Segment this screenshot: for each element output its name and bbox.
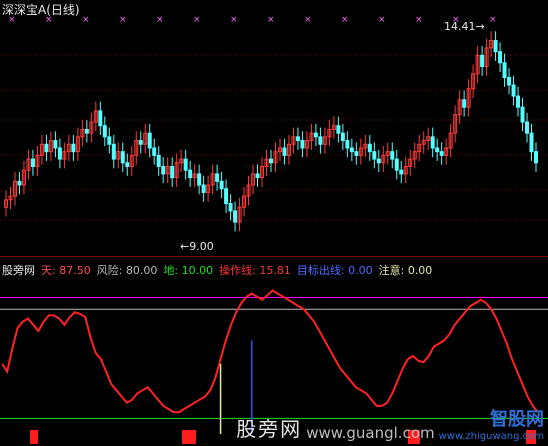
candle-body [430, 136, 435, 149]
candle-body [516, 95, 521, 108]
candle-body [30, 158, 35, 167]
candle-body [147, 132, 152, 149]
candle-body [390, 151, 395, 160]
candle-body [233, 210, 238, 223]
candle-body [188, 169, 193, 179]
candle-body [282, 147, 287, 156]
candle-body [219, 180, 224, 190]
candle-body [102, 125, 107, 138]
candle-body [435, 147, 440, 153]
candle-body [462, 99, 467, 108]
watermark-site: www.guangl.com [306, 424, 435, 442]
high-price-label: 14.41→ [444, 20, 485, 33]
panel-separator [0, 256, 548, 257]
candle-body [228, 203, 233, 212]
candle-body [269, 158, 273, 164]
candle-body [138, 140, 143, 145]
marker-x: × [82, 15, 90, 25]
candle-body [57, 147, 62, 160]
marker-x: × [156, 15, 164, 25]
candle-body [394, 158, 399, 171]
candle-body [84, 128, 89, 134]
candlestick-chart: × × × × × × × × × × × × × × [0, 15, 548, 232]
marker-x: × [415, 15, 423, 25]
candle-body [215, 173, 220, 182]
candle-body [300, 140, 305, 149]
candle-body [295, 136, 300, 142]
candle-body [120, 151, 125, 164]
watermark-cn: 股旁网 [236, 417, 303, 441]
candle-body [152, 147, 157, 156]
candle-body [336, 125, 341, 134]
candle-body [255, 173, 260, 179]
candle-body [71, 143, 76, 153]
marker-x: × [304, 15, 312, 25]
candle-body [156, 154, 161, 167]
candle-body [525, 121, 530, 134]
candle-body [201, 184, 206, 193]
marker-x: × [193, 15, 201, 25]
candle-body [183, 158, 188, 171]
candle-body [98, 110, 103, 127]
signal-block [182, 430, 196, 444]
marker-x: × [8, 15, 16, 25]
candle-body [367, 143, 372, 153]
candle-body [529, 132, 534, 153]
marker-x: × [119, 15, 127, 25]
candle-body [372, 151, 377, 160]
candle-body [376, 158, 381, 164]
candle-body [498, 51, 503, 64]
candle-body [345, 140, 350, 149]
candle-body [480, 54, 485, 67]
marker-x: × [341, 15, 349, 25]
candle-body [399, 169, 404, 175]
marker-x: × [267, 15, 275, 25]
candle-body [313, 132, 318, 138]
watermark-brand-url: www.zhiguwang.com [438, 431, 544, 442]
candle-body [224, 188, 229, 205]
candle-body [107, 136, 112, 145]
candle-body [125, 162, 130, 167]
candle-body [502, 62, 507, 79]
marker-x: × [230, 15, 238, 25]
candle-body [340, 132, 345, 142]
candle-body [534, 151, 538, 164]
candle-body [354, 151, 359, 156]
candle-body [17, 180, 22, 186]
candle-body [197, 173, 202, 186]
candle-body [111, 143, 116, 160]
candle-body [161, 165, 166, 175]
candle-body [170, 165, 175, 179]
marker-x: × [489, 15, 497, 25]
candle-body [44, 143, 49, 153]
candle-body [493, 40, 498, 53]
marker-x: × [45, 15, 53, 25]
watermark: 股旁网 www.guangl.com 智股网 www.zhiguwang.com [236, 405, 544, 442]
watermark-brand: 智股网 [490, 409, 544, 430]
candle-body [439, 151, 444, 156]
candle-body [520, 106, 525, 123]
low-price-label: ←9.00 [180, 240, 214, 253]
candle-body [511, 84, 516, 97]
candle-body [318, 136, 323, 145]
candle-body [349, 147, 354, 153]
marker-x: × [378, 15, 386, 25]
candle-body [53, 140, 58, 149]
candle-body [507, 77, 512, 86]
signal-block [30, 430, 38, 444]
